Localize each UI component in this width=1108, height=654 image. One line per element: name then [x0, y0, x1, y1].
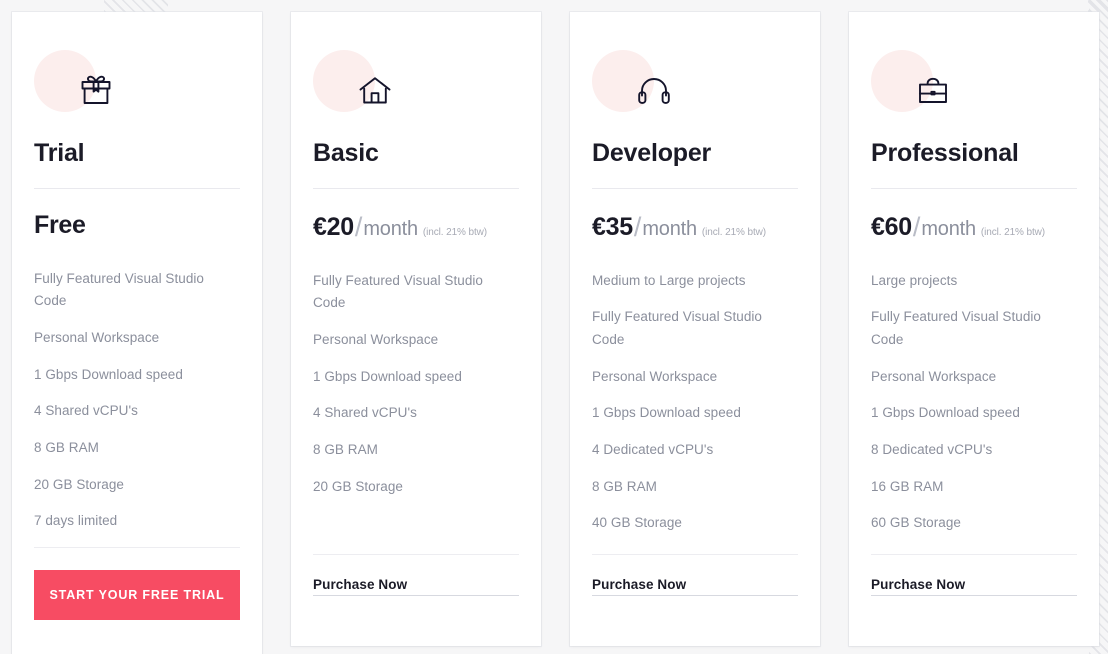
- price-slash: /: [633, 211, 642, 242]
- feature-item: Fully Featured Visual Studio Code: [313, 272, 483, 311]
- purchase-now-link[interactable]: Purchase Now: [871, 577, 1077, 596]
- plan-footer-divider: [313, 554, 519, 555]
- price-amount: €20: [313, 212, 354, 241]
- feature-item: 40 GB Storage: [592, 515, 682, 531]
- plan-price: €20/month (incl. 21% btw): [313, 189, 519, 270]
- feature-item: 4 Shared vCPU's: [313, 405, 417, 421]
- plan-icon-block: [592, 40, 798, 132]
- feature-item: 20 GB Storage: [34, 476, 124, 492]
- purchase-now-link[interactable]: Purchase Now: [592, 577, 798, 596]
- price-period: month: [921, 217, 976, 240]
- plan-icon-block: [871, 40, 1077, 132]
- feature-item: 4 Shared vCPU's: [34, 403, 138, 419]
- feature-item: Medium to Large projects: [592, 272, 746, 288]
- plan-feature-list: Medium to Large projects Fully Featured V…: [592, 270, 798, 555]
- headphones-icon: [630, 66, 678, 114]
- feature-item: Fully Featured Visual Studio Code: [871, 309, 1041, 347]
- price-amount: €35: [592, 212, 633, 241]
- plan-icon-block: [34, 40, 240, 132]
- feature-item: 1 Gbps Download speed: [592, 405, 741, 421]
- plan-footer-divider: [34, 546, 240, 548]
- plan-feature-list: Large projects Fully Featured Visual Stud…: [871, 270, 1077, 555]
- pricing-plans-grid: Trial Free Fully Featured Visual Studio Co…: [0, 0, 1108, 654]
- plan-footer-divider: [871, 554, 1077, 555]
- feature-item: Personal Workspace: [34, 329, 160, 345]
- plan-footer-divider: [592, 554, 798, 555]
- plan-icon-block: [313, 40, 519, 132]
- plan-feature-list: Fully Featured Visual Studio Code Persona…: [313, 270, 519, 555]
- plan-name: Basic: [313, 139, 379, 167]
- purchase-now-link[interactable]: Purchase Now: [313, 577, 519, 596]
- plan-card-developer: Developer €35/month (incl. 21% btw) Medium …: [570, 12, 820, 646]
- feature-item: 7 days limited: [34, 513, 118, 529]
- feature-item: 16 GB RAM: [871, 478, 944, 494]
- feature-item: 1 Gbps Download speed: [313, 368, 462, 384]
- plan-price: Free: [34, 189, 240, 268]
- price-note: (incl. 21% btw): [422, 226, 487, 238]
- house-icon: [351, 66, 399, 114]
- plan-price: €35/month (incl. 21% btw): [592, 189, 798, 270]
- feature-item: Personal Workspace: [871, 368, 997, 384]
- plan-name: Professional: [871, 139, 1019, 167]
- price-amount: Free: [34, 210, 86, 239]
- plan-card-professional: Professional €60/month (incl. 21% btw) Larg…: [849, 12, 1099, 646]
- plan-feature-list: Fully Featured Visual Studio Code Persona…: [34, 268, 240, 547]
- briefcase-icon: [909, 66, 957, 114]
- feature-item: Fully Featured Visual Studio Code: [34, 270, 204, 309]
- feature-item: 1 Gbps Download speed: [871, 405, 1020, 421]
- feature-item: 8 GB RAM: [313, 441, 378, 457]
- plan-name: Trial: [34, 139, 85, 167]
- price-slash: /: [354, 211, 363, 242]
- plan-name: Developer: [592, 139, 712, 167]
- start-free-trial-button[interactable]: START YOUR FREE TRIAL: [34, 569, 240, 620]
- price-note: (incl. 21% btw): [980, 226, 1045, 238]
- feature-item: 60 GB Storage: [871, 515, 961, 531]
- price-amount: €60: [871, 212, 912, 241]
- plan-card-trial: Trial Free Fully Featured Visual Studio Co…: [12, 12, 262, 654]
- plan-card-basic: Basic €20/month (incl. 21% btw) Fully Featu…: [291, 12, 541, 646]
- feature-item: 4 Dedicated vCPU's: [592, 441, 714, 457]
- feature-item: 8 GB RAM: [592, 478, 657, 494]
- feature-item: 20 GB Storage: [313, 478, 403, 494]
- feature-item: 8 GB RAM: [34, 439, 99, 455]
- gift-icon: [72, 66, 120, 114]
- feature-item: 1 Gbps Download speed: [34, 366, 183, 382]
- feature-item: Personal Workspace: [592, 368, 718, 384]
- feature-item: Fully Featured Visual Studio Code: [592, 309, 762, 347]
- price-note: (incl. 21% btw): [701, 226, 766, 238]
- price-period: month: [363, 217, 418, 240]
- price-slash: /: [912, 211, 921, 242]
- feature-item: Personal Workspace: [313, 331, 439, 347]
- price-period: month: [642, 217, 697, 240]
- feature-item: 8 Dedicated vCPU's: [871, 441, 993, 457]
- plan-price: €60/month (incl. 21% btw): [871, 189, 1077, 270]
- feature-item: Large projects: [871, 272, 958, 288]
